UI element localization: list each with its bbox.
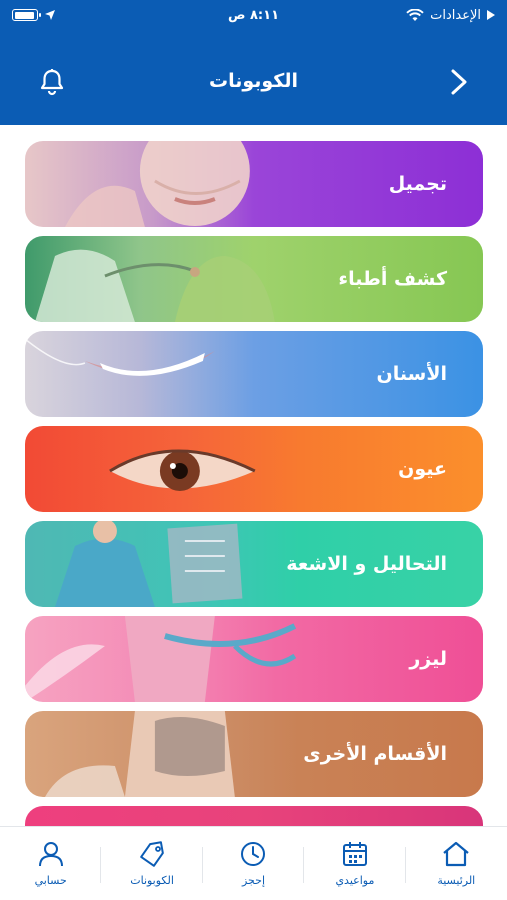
- app-header: الكوبونات: [0, 30, 507, 125]
- calendar-icon: [342, 842, 367, 866]
- chevron-right-icon: [451, 69, 467, 95]
- nav-account-label: حسابي: [34, 874, 67, 887]
- status-bar: ٨:١١ ص الإعدادات: [0, 0, 507, 30]
- beauty-photo: [64, 141, 250, 227]
- doctors-photo: [34, 249, 275, 322]
- nav-coupons-label: الكوبونات: [130, 874, 174, 887]
- location-arrow-icon: [45, 10, 55, 20]
- back-button[interactable]: [441, 64, 477, 100]
- wifi-icon: [406, 8, 424, 21]
- nav-appointments[interactable]: مواعيدي: [304, 827, 407, 900]
- category-label: التحاليل و الاشعة: [286, 553, 447, 575]
- category-label: الأسنان: [376, 363, 447, 385]
- category-card-doctors[interactable]: كشف أطباء: [25, 236, 483, 322]
- coupons-screen: ٨:١١ ص الإعدادات الكوبونات تجميل كشف أطب…: [0, 0, 507, 900]
- status-carrier[interactable]: الإعدادات: [430, 8, 481, 23]
- status-left: [12, 9, 56, 21]
- category-label: كشف أطباء: [338, 268, 447, 290]
- nav-book[interactable]: إحجز: [203, 827, 305, 900]
- category-label: تجميل: [388, 173, 447, 195]
- nav-book-label: إحجز: [241, 874, 265, 887]
- bottom-nav: الرئيسية مواعيدي إحجز الكوبونات حسابي: [0, 826, 507, 900]
- status-time: ٨:١١ ص: [227, 7, 280, 23]
- category-card-lab-radiology[interactable]: التحاليل و الاشعة: [25, 521, 483, 607]
- dental-photo: [25, 338, 215, 376]
- category-card-eyes[interactable]: عيون: [25, 426, 483, 512]
- category-list: تجميل كشف أطباء الأسنان عيون التحاليل و …: [25, 141, 483, 837]
- category-card-laser[interactable]: ليزر: [25, 616, 483, 702]
- other-departments-photo: [44, 711, 235, 797]
- status-right: الإعدادات: [406, 8, 495, 23]
- battery-icon: [12, 9, 41, 21]
- home-icon: [443, 841, 470, 867]
- category-label: الأقسام الأخرى: [303, 743, 447, 765]
- tag-icon: [140, 841, 164, 867]
- category-card-partial[interactable]: [25, 806, 483, 828]
- category-label: عيون: [398, 458, 447, 480]
- page-title: الكوبونات: [208, 70, 299, 92]
- category-card-beauty[interactable]: تجميل: [25, 141, 483, 227]
- back-triangle-icon: [487, 10, 495, 20]
- clock-icon: [241, 842, 266, 866]
- eyes-photo: [109, 449, 256, 491]
- nav-coupons[interactable]: الكوبونات: [101, 827, 204, 900]
- category-label: ليزر: [409, 648, 447, 670]
- nav-home-label: الرئيسية: [437, 874, 476, 887]
- lab-radiology-photo: [54, 521, 243, 607]
- nav-account[interactable]: حسابي: [0, 827, 102, 900]
- laser-photo: [25, 616, 297, 702]
- category-card-dental[interactable]: الأسنان: [25, 331, 483, 417]
- user-icon: [38, 842, 63, 867]
- nav-home[interactable]: الرئيسية: [406, 827, 507, 900]
- nav-appointments-label: مواعيدي: [335, 874, 375, 887]
- category-card-other[interactable]: الأقسام الأخرى: [25, 711, 483, 797]
